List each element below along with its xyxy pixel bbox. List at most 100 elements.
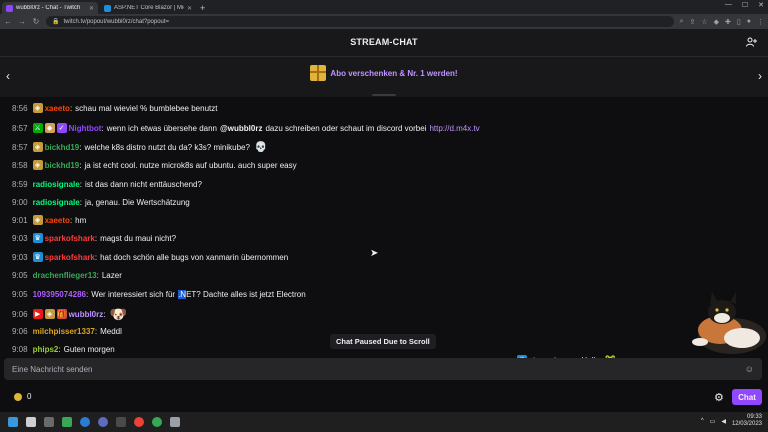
reload-icon[interactable]: ↻ bbox=[32, 17, 40, 26]
chevron-right-icon[interactable]: › bbox=[758, 69, 762, 83]
colon: : bbox=[85, 289, 89, 299]
file-explorer-icon[interactable] bbox=[26, 417, 36, 427]
forward-icon[interactable]: → bbox=[18, 17, 26, 26]
community-users-icon[interactable] bbox=[746, 37, 758, 50]
chrome-active-icon[interactable] bbox=[152, 417, 162, 427]
task-view-icon[interactable] bbox=[44, 417, 54, 427]
chat-message: 9:03 ♛ sparkofshark: magst du maui nicht… bbox=[12, 230, 176, 246]
back-icon[interactable]: ← bbox=[4, 17, 12, 26]
sidebar-icon[interactable]: ▯ bbox=[737, 18, 741, 26]
bits-badge-icon[interactable]: ◈ bbox=[32, 103, 43, 113]
chat-paused-notice[interactable]: Chat Paused Due to Scroll bbox=[330, 334, 436, 349]
gift-banner-content[interactable]: Abo verschenken & Nr. 1 werden! bbox=[0, 65, 768, 81]
message-timestamp: 8:57 bbox=[12, 123, 28, 133]
close-tab-icon[interactable]: ✕ bbox=[89, 5, 94, 12]
menu-dots-icon[interactable]: ⋮ bbox=[757, 18, 764, 26]
gift-sub-banner: ‹ Abo verschenken & Nr. 1 werden! › bbox=[0, 57, 768, 97]
chat-username[interactable]: sparkofshark bbox=[45, 253, 95, 262]
puzzle-icon[interactable]: ✚ bbox=[725, 18, 731, 26]
banner-drag-handle[interactable] bbox=[372, 94, 396, 96]
chat-username[interactable]: radiosignale bbox=[33, 180, 80, 189]
verified-bot-badge-icon[interactable]: ✓ bbox=[56, 123, 67, 133]
colon: : bbox=[94, 326, 98, 336]
message-timestamp: 9:05 bbox=[12, 270, 28, 280]
skull-emote-icon[interactable]: 💀 bbox=[253, 139, 269, 155]
chat-message: 8:59 radiosignale: ist das dann nicht en… bbox=[12, 176, 202, 192]
subscriber-badge-icon[interactable]: ◆ bbox=[44, 123, 55, 133]
message-timestamp: 9:06 bbox=[12, 326, 28, 336]
volume-icon[interactable]: ◀ bbox=[721, 418, 726, 425]
clock-date: 12/03/2023 bbox=[731, 421, 762, 427]
chat-username[interactable]: 109395074286 bbox=[33, 290, 86, 299]
close-window-icon[interactable]: ✕ bbox=[758, 1, 764, 9]
message-text: ET? Dachte alles ist jetzt Electron bbox=[186, 289, 306, 299]
chat-input[interactable] bbox=[12, 364, 745, 374]
message-timestamp: 8:58 bbox=[12, 160, 28, 170]
mention[interactable]: @wubbl0rz bbox=[220, 124, 262, 133]
windows-start-icon[interactable] bbox=[8, 417, 18, 427]
message-text: Meddl bbox=[100, 326, 122, 336]
clock[interactable]: 09:33 12/03/2023 bbox=[732, 414, 762, 428]
share-icon[interactable]: ⇪ bbox=[689, 18, 695, 26]
chat-username[interactable]: drachenflieger13 bbox=[33, 271, 97, 280]
channel-points[interactable]: 0 bbox=[14, 392, 31, 401]
message-timestamp: 8:57 bbox=[12, 142, 28, 152]
zoom-icon[interactable]: ⌕ bbox=[680, 18, 684, 26]
chat-username[interactable]: phips2 bbox=[33, 345, 59, 354]
chat-username[interactable]: milchpisser1337 bbox=[33, 327, 95, 336]
chrome-icon[interactable] bbox=[134, 417, 144, 427]
chat-username[interactable]: wubbl0rz bbox=[69, 310, 104, 319]
app-icon[interactable] bbox=[62, 417, 72, 427]
terminal-icon[interactable] bbox=[116, 417, 126, 427]
browser-tab-twitch[interactable]: wubbl0rz - Chat - Twitch ✕ bbox=[2, 2, 98, 14]
chat-message: 9:06 ▶ ◈ 🎁 wubbl0rz: 🐶 bbox=[12, 304, 128, 324]
chat-username[interactable]: bickhd19 bbox=[45, 143, 80, 152]
chat-username[interactable]: xaeeto bbox=[45, 104, 70, 113]
bits-badge-icon[interactable]: ◈ bbox=[32, 215, 43, 225]
page-title: STREAM-CHAT bbox=[350, 37, 418, 47]
minimize-icon[interactable]: — bbox=[725, 1, 732, 9]
app-icon[interactable] bbox=[98, 417, 108, 427]
colon: : bbox=[94, 252, 98, 262]
profile-icon[interactable]: ● bbox=[747, 18, 751, 26]
message-timestamp: 9:01 bbox=[12, 215, 28, 225]
chat-username[interactable]: sparkofshark bbox=[45, 234, 95, 243]
emote-picker-icon[interactable]: ☺ bbox=[745, 364, 754, 374]
dog-emote-icon[interactable]: 🐶 bbox=[108, 304, 128, 324]
bits-badge-icon[interactable]: ◈ bbox=[32, 142, 43, 152]
prime-crown-badge-icon[interactable]: ♛ bbox=[32, 233, 43, 243]
extension-icon[interactable]: ◆ bbox=[714, 18, 719, 26]
close-tab-icon[interactable]: ✕ bbox=[187, 5, 192, 12]
browser-tab-blazor[interactable]: ASP.NET Core Blazor | Microsoft ✕ bbox=[100, 2, 196, 14]
gift-badge-icon[interactable]: 🎁 bbox=[56, 309, 67, 319]
send-chat-button[interactable]: Chat bbox=[732, 389, 762, 405]
network-icon[interactable]: ▭ bbox=[710, 418, 716, 425]
message-text: wenn ich etwas übersehe dann bbox=[106, 123, 217, 133]
settings-gear-icon[interactable]: ⚙ bbox=[714, 391, 724, 404]
notepad-icon[interactable] bbox=[170, 417, 180, 427]
tray-chevron-icon[interactable]: ^ bbox=[701, 418, 704, 424]
channel-points-icon bbox=[14, 392, 22, 401]
chat-username[interactable]: radiosignale bbox=[33, 198, 80, 207]
url-field[interactable]: 🔒 twitch.tv/popout/wubbl0rz/chat?popout= bbox=[46, 16, 674, 27]
bookmark-star-icon[interactable]: ☆ bbox=[701, 18, 707, 26]
chat-username[interactable]: bickhd19 bbox=[45, 161, 80, 170]
colon: : bbox=[94, 233, 98, 243]
message-link[interactable]: http://d.m4x.tv bbox=[429, 124, 479, 133]
message-text: Lazer bbox=[101, 270, 122, 280]
new-tab-icon[interactable]: + bbox=[200, 2, 205, 14]
system-tray: ^ ▭ ◀ 09:33 12/03/2023 bbox=[701, 414, 762, 428]
moderator-badge-icon[interactable]: ⚔ bbox=[32, 123, 43, 133]
bits-badge-icon[interactable]: ◈ bbox=[32, 160, 43, 170]
chat-message: 9:05 109395074286: Wer interessiert sich… bbox=[12, 286, 306, 302]
chat-message: 9:08 phips2: Guten morgen bbox=[12, 341, 115, 357]
chat-username[interactable]: xaeeto bbox=[45, 216, 70, 225]
chat-message: 9:03 ♛ sparkofshark: hat doch schön alle… bbox=[12, 249, 288, 265]
edge-icon[interactable] bbox=[80, 417, 90, 427]
chat-username[interactable]: Nightbot bbox=[69, 124, 102, 133]
broadcaster-badge-icon[interactable]: ▶ bbox=[32, 309, 43, 319]
colon: : bbox=[58, 344, 61, 354]
bits-badge-icon[interactable]: ◈ bbox=[44, 309, 55, 319]
prime-crown-badge-icon[interactable]: ♛ bbox=[32, 252, 43, 262]
maximize-icon[interactable]: ☐ bbox=[742, 1, 748, 9]
